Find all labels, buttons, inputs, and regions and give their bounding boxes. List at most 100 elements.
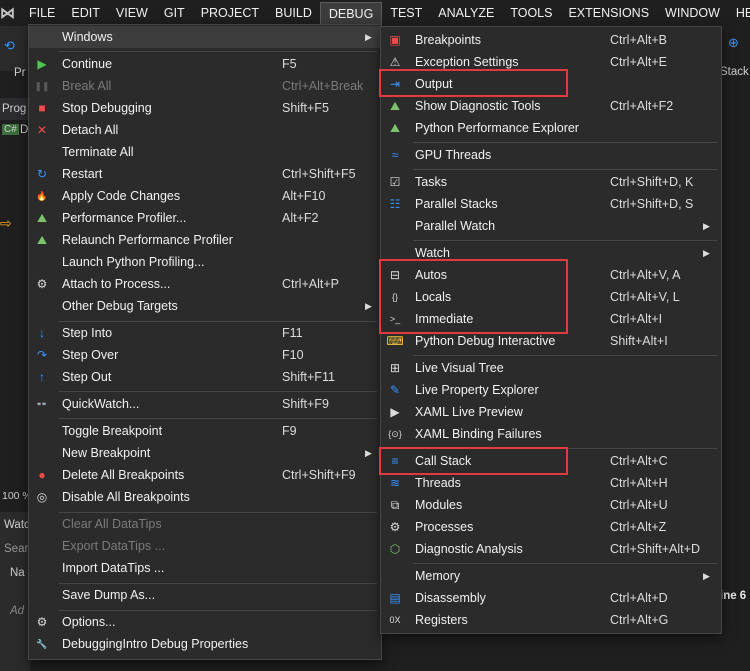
windows-item-modules[interactable]: ⧉ Modules Ctrl+Alt+U [381,494,721,516]
toolbar-icon[interactable]: ⊕ [728,35,739,51]
debug-item-apply-code-changes[interactable]: 🔥 Apply Code Changes Alt+F10 [29,185,381,207]
debug-item-new-breakpoint[interactable]: New Breakpoint ▶ [29,442,381,464]
debug-item-performance-profiler[interactable]: ⛰ Performance Profiler... Alt+F2 [29,207,381,229]
debug-item-attach-to-process[interactable]: ⚙ Attach to Process... Ctrl+Alt+P [29,273,381,295]
exception-settings-icon: ⚠ [389,55,401,69]
menu-project[interactable]: PROJECT [193,2,267,24]
windows-item-show-diagnostic-tools[interactable]: ⛰ Show Diagnostic Tools Ctrl+Alt+F2 [381,95,721,117]
debug-item-step-out[interactable]: ↑ Step Out Shift+F11 [29,366,381,388]
shortcut-text: Ctrl+Alt+U [610,498,668,512]
windows-item-xaml-live-preview[interactable]: ▶ XAML Live Preview [381,401,721,423]
shortcut-text: Ctrl+Alt+D [610,591,668,605]
menu-item-label: Launch Python Profiling... [62,255,205,269]
visual-studio-logo-icon[interactable]: ⋈ [0,0,15,26]
windows-item-exception-settings[interactable]: ⚠ Exception Settings Ctrl+Alt+E [381,51,721,73]
menu-window[interactable]: WINDOW [657,2,728,24]
debug-item-launch-python-profiling[interactable]: Launch Python Profiling... [29,251,381,273]
call-stack-tab-fragment[interactable]: Stack [720,66,749,78]
menu-item-label: Breakpoints [415,33,482,47]
menu-item-label: Terminate All [62,145,134,159]
shortcut-text: Shift+F5 [282,101,329,115]
execution-arrow-icon: ⇨ [0,215,12,231]
shortcut-text: F10 [282,348,304,362]
menu-debug[interactable]: DEBUG [319,1,383,25]
windows-item-immediate[interactable]: >_ Immediate Ctrl+Alt+I [381,308,721,330]
debug-item-restart[interactable]: ↻ Restart Ctrl+Shift+F5 [29,163,381,185]
windows-item-memory[interactable]: Memory ▶ [381,565,721,587]
back-icon[interactable]: ⟲ [4,38,15,54]
windows-item-locals[interactable]: {} Locals Ctrl+Alt+V, L [381,286,721,308]
windows-item-parallel-stacks[interactable]: ☷ Parallel Stacks Ctrl+Shift+D, S [381,193,721,215]
debug-item-step-into[interactable]: ↓ Step Into F11 [29,322,381,344]
windows-item-breakpoints[interactable]: ▣ Breakpoints Ctrl+Alt+B [381,29,721,51]
debug-item-windows[interactable]: Windows ▶ [29,26,381,48]
menu-item-label: Apply Code Changes [62,189,181,203]
menu-separator [413,240,717,241]
debug-item-relaunch-performance-profiler[interactable]: ⛰ Relaunch Performance Profiler [29,229,381,251]
tab-prog[interactable]: Prog [2,103,26,115]
menu-item-label: XAML Binding Failures [415,427,542,441]
windows-item-python-performance-explorer[interactable]: ⛰ Python Performance Explorer [381,117,721,139]
debug-item-delete-all-breakpoints[interactable]: ● Delete All Breakpoints Ctrl+Shift+F9 [29,464,381,486]
registers-icon: 0X [389,615,401,625]
windows-item-diagnostic-analysis[interactable]: ⬡ Diagnostic Analysis Ctrl+Shift+Alt+D [381,538,721,560]
debug-item-break-all[interactable]: ❚❚ Break All Ctrl+Alt+Break [29,75,381,97]
windows-item-live-visual-tree[interactable]: ⊞ Live Visual Tree [381,357,721,379]
debug-item-toggle-breakpoint[interactable]: Toggle Breakpoint F9 [29,420,381,442]
menu-extensions[interactable]: EXTENSIONS [560,2,657,24]
submenu-arrow-icon: ▶ [365,448,372,458]
menu-file[interactable]: FILE [21,2,63,24]
windows-item-call-stack[interactable]: ≡ Call Stack Ctrl+Alt+C [381,450,721,472]
menu-item-label: XAML Live Preview [415,405,523,419]
menu-hei[interactable]: HEI [728,2,750,24]
debug-item-debuggingintro-debug-properties[interactable]: 🔧 DebuggingIntro Debug Properties [29,633,381,655]
windows-item-tasks[interactable]: ☑ Tasks Ctrl+Shift+D, K [381,171,721,193]
menu-git[interactable]: GIT [156,2,193,24]
debug-item-clear-all-datatips[interactable]: Clear All DataTips [29,513,381,535]
menu-separator [413,448,717,449]
debug-item-export-datatips[interactable]: Export DataTips ... [29,535,381,557]
windows-item-live-property-explorer[interactable]: ✎ Live Property Explorer [381,379,721,401]
shortcut-text: Ctrl+Alt+C [610,454,668,468]
windows-item-autos[interactable]: ⊟ Autos Ctrl+Alt+V, A [381,264,721,286]
menu-item-label: Show Diagnostic Tools [415,99,541,113]
debug-item-terminate-all[interactable]: Terminate All [29,141,381,163]
debug-item-stop-debugging[interactable]: ■ Stop Debugging Shift+F5 [29,97,381,119]
menu-build[interactable]: BUILD [267,2,320,24]
attach-icon: ⚙ [36,277,48,291]
menu-test[interactable]: TEST [382,2,430,24]
wrench-icon: 🔧 [36,639,48,649]
watch-add-item[interactable]: Ad [10,605,24,617]
menu-edit[interactable]: EDIT [63,2,107,24]
windows-item-parallel-watch[interactable]: Parallel Watch ▶ [381,215,721,237]
windows-item-disassembly[interactable]: ▤ Disassembly Ctrl+Alt+D [381,587,721,609]
windows-item-gpu-threads[interactable]: ≈ GPU Threads [381,144,721,166]
continue-icon: ▶ [37,57,47,71]
windows-item-output[interactable]: ⇥ Output [381,73,721,95]
windows-item-registers[interactable]: 0X Registers Ctrl+Alt+G [381,609,721,631]
windows-item-xaml-binding-failures[interactable]: {⊙} XAML Binding Failures [381,423,721,445]
windows-item-threads[interactable]: ≋ Threads Ctrl+Alt+H [381,472,721,494]
menu-analyze[interactable]: ANALYZE [430,2,502,24]
debug-item-import-datatips[interactable]: Import DataTips ... [29,557,381,579]
menu-separator [413,355,717,356]
menu-separator [413,169,717,170]
windows-item-watch[interactable]: Watch ▶ [381,242,721,264]
windows-item-processes[interactable]: ⚙ Processes Ctrl+Alt+Z [381,516,721,538]
menu-item-label: Processes [415,520,474,534]
menu-view[interactable]: VIEW [108,2,156,24]
debug-item-continue[interactable]: ▶ Continue F5 [29,53,381,75]
windows-item-python-debug-interactive[interactable]: ⌨ Python Debug Interactive Shift+Alt+I [381,330,721,352]
debug-item-quickwatch[interactable]: 👓 QuickWatch... Shift+F9 [29,393,381,415]
menu-tools[interactable]: TOOLS [502,2,560,24]
relaunch-profiler-icon: ⛰ [36,233,48,247]
debug-item-step-over[interactable]: ↷ Step Over F10 [29,344,381,366]
debug-item-detach-all[interactable]: ✕ Detach All [29,119,381,141]
step-out-icon: ↑ [39,370,45,384]
debug-item-other-debug-targets[interactable]: Other Debug Targets ▶ [29,295,381,317]
watch-search[interactable]: Sear [4,543,28,555]
debug-item-options[interactable]: ⚙ Options... [29,611,381,633]
debug-item-disable-all-breakpoints[interactable]: ◎ Disable All Breakpoints [29,486,381,508]
debug-item-save-dump-as[interactable]: Save Dump As... [29,584,381,606]
menu-item-label: Tasks [415,175,447,189]
